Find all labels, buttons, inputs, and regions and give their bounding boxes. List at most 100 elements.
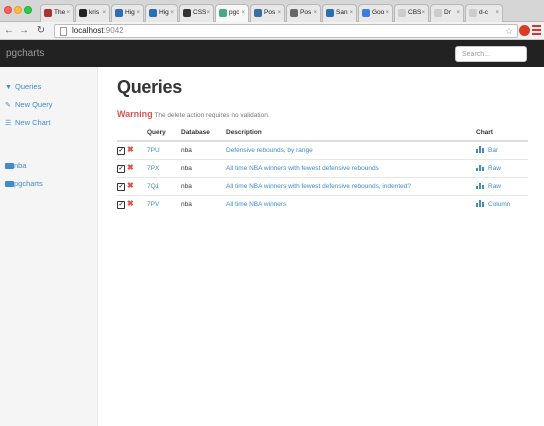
description-column-header: Description [226,125,476,142]
tab-close-icon[interactable]: × [313,5,317,21]
edit-icon[interactable]: ✓ [117,165,125,173]
sidebar-item-pgcharts[interactable]: pgcharts [5,179,43,188]
database-cell: nba [181,158,226,177]
browser-tab-title: Pos [264,9,276,16]
browser-tab[interactable]: kris × [75,4,110,22]
tab-close-icon[interactable]: × [66,5,70,21]
browser-tab-title: The [54,9,66,16]
warning-text: The delete action requires no validation… [154,112,270,119]
favicon-icon [115,9,123,17]
url-port: :9042 [103,26,124,35]
sidebar: ▼ Queries ✎ New Query ☰ New Chart nba pgcha… [0,67,98,426]
query-link[interactable]: 7PV [147,194,181,213]
favicon-icon [219,9,227,17]
row-actions: ✓ ✖ [117,176,147,195]
browser-tab[interactable]: d-c × [465,4,503,22]
tab-close-icon[interactable]: × [456,5,460,21]
bar-chart-icon [476,200,484,208]
window-close-button[interactable] [4,6,12,14]
sidebar-item-new-chart[interactable]: ☰ New Chart [5,118,50,127]
delete-icon[interactable]: ✖ [127,199,134,208]
page-icon [60,27,67,36]
browser-tab[interactable]: Pos × [250,4,285,22]
table-row: ✓ ✖ 7Q1 nba All time NBA winners with fewest… [117,176,528,195]
table-row: ✓ ✖ 7PV nba All time NBA winners Column [117,194,528,213]
bookmark-star-icon[interactable]: ☆ [505,25,513,37]
delete-icon[interactable]: ✖ [127,181,134,190]
tab-close-icon[interactable]: × [421,5,425,21]
description-link[interactable]: All time NBA winners with fewest defensi… [226,176,476,195]
address-bar[interactable]: localhost:9042 ☆ [54,24,518,38]
window-minimize-button[interactable] [14,6,22,14]
chart-type-link[interactable]: Raw [488,183,501,190]
tab-close-icon[interactable]: × [277,5,281,21]
delete-icon[interactable]: ✖ [127,145,134,154]
browser-tab-title: CSS [193,9,207,16]
browser-tab-title: pgc [229,9,240,16]
query-link[interactable]: 7Q1 [147,176,181,195]
edit-icon[interactable]: ✓ [117,183,125,191]
chart-type-link[interactable]: Column [488,201,510,208]
browser-menu-icon[interactable] [532,25,541,36]
chart-cell[interactable]: Column [476,194,528,213]
tab-close-icon[interactable]: × [206,5,210,21]
description-link[interactable]: Defensive rebounds, by range [226,140,476,159]
table-header-row: Query Database Description Chart [117,125,528,142]
sidebar-item-label: New Chart [15,118,51,127]
search-input[interactable] [455,46,527,62]
browser-tab[interactable]: Dr × [430,4,464,22]
tab-close-icon[interactable]: × [102,5,106,21]
browser-tab[interactable]: pgc × [215,4,249,22]
sidebar-item-queries[interactable]: ▼ Queries [5,82,41,91]
sidebar-item-label: nba [14,161,27,170]
database-cell: nba [181,176,226,195]
row-actions: ✓ ✖ [117,158,147,177]
favicon-icon [362,9,370,17]
edit-icon[interactable]: ✓ [117,147,125,156]
browser-tab-title: CBS [408,9,422,16]
browser-tab-title: kris [89,9,100,16]
delete-icon[interactable]: ✖ [127,163,134,172]
description-link[interactable]: All time NBA winners with fewest defensi… [226,158,476,177]
description-link[interactable]: All time NBA winners [226,194,476,213]
chart-type-link[interactable]: Raw [488,165,501,172]
query-link[interactable]: 7PX [147,158,181,177]
database-cell: nba [181,194,226,213]
folder-icon [5,181,14,187]
browser-tab[interactable]: Pos × [286,4,321,22]
browser-tab[interactable]: Goo × [358,4,393,22]
bar-chart-icon [476,146,484,154]
warning-message: Warning The delete action requires no va… [117,109,270,119]
tab-close-icon[interactable]: × [241,5,245,21]
sidebar-item-new-query[interactable]: ✎ New Query [5,100,53,109]
chart-cell[interactable]: Bar [476,140,528,159]
browser-tab[interactable]: San × [322,4,357,22]
tab-close-icon[interactable]: × [349,5,353,21]
extension-icon[interactable] [519,25,530,36]
main-content: Queries Warning The delete action requir… [98,67,544,426]
reload-icon[interactable]: ↻ [35,24,47,38]
brand-link[interactable]: pgcharts [6,40,44,67]
tab-close-icon[interactable]: × [495,5,499,21]
browser-tab[interactable]: CSS × [179,4,214,22]
chart-cell[interactable]: Raw [476,176,528,195]
window-zoom-button[interactable] [24,6,32,14]
browser-tab[interactable]: The × [40,4,74,22]
query-column-header: Query [147,125,181,142]
chart-cell[interactable]: Raw [476,158,528,177]
edit-icon[interactable]: ✓ [117,201,125,210]
folder-icon [5,163,14,169]
bar-chart-icon [476,182,484,189]
back-arrow-icon[interactable]: ← [3,24,15,38]
tab-close-icon[interactable]: × [136,5,140,21]
browser-tab[interactable]: CBS × [394,4,429,22]
browser-tab[interactable]: Hig × [111,4,144,22]
tab-close-icon[interactable]: × [170,5,174,21]
browser-tab[interactable]: Hig × [145,4,178,22]
favicon-icon [183,9,191,17]
tab-close-icon[interactable]: × [385,5,389,21]
forward-arrow-icon[interactable]: → [18,24,30,38]
sidebar-item-nba[interactable]: nba [5,161,27,170]
query-link[interactable]: 7PU [147,140,181,159]
chart-type-link[interactable]: Bar [488,147,498,154]
